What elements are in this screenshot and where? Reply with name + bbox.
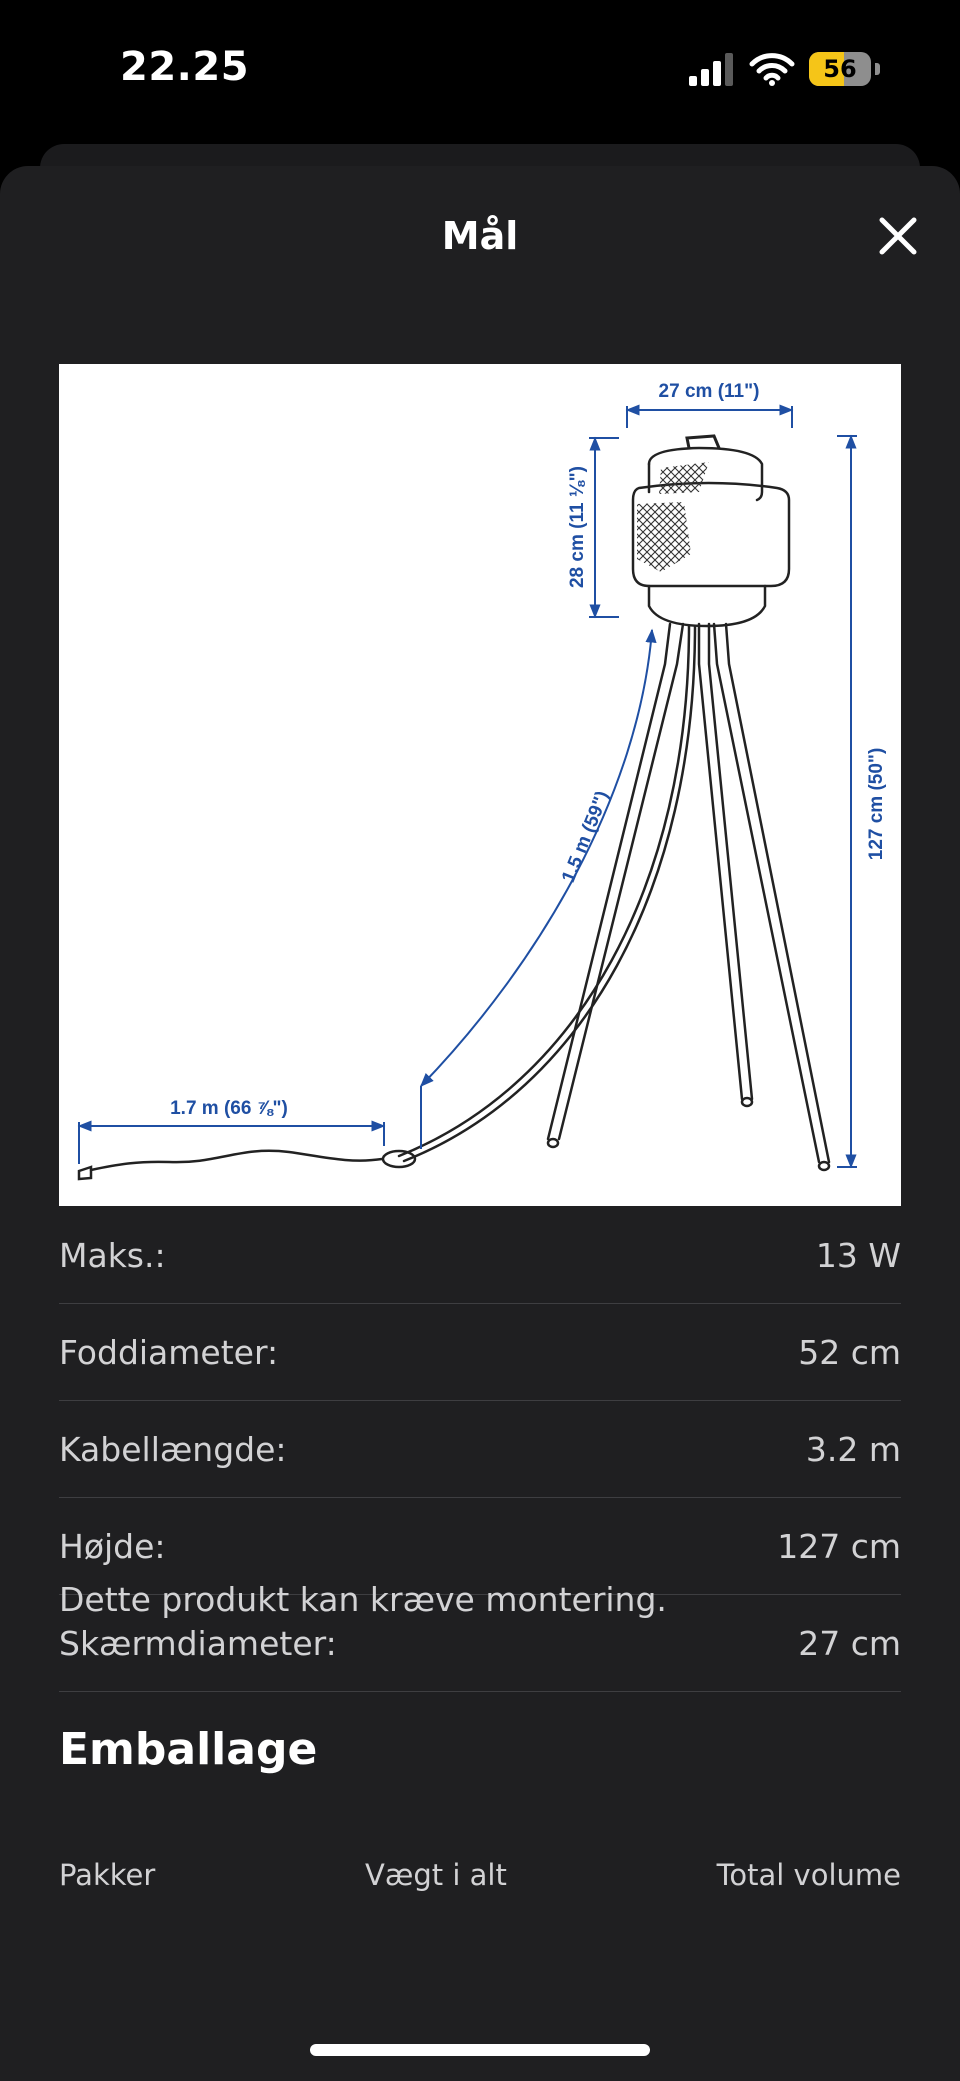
lamp-diagram: 27 cm (11") 28 cm (11 ⅛") 127 cm (50") 1… — [77, 381, 887, 1181]
spec-row: Maks.: 13 W — [59, 1207, 901, 1304]
lamp-drawing — [77, 434, 831, 1181]
lower-cable-label: 1.7 m (66 ⅞") — [170, 1098, 288, 1119]
spec-value: 127 cm — [777, 1526, 901, 1566]
spec-label: Kabellængde: — [59, 1429, 287, 1469]
spec-label: Maks.: — [59, 1235, 166, 1275]
shade-mesh-top — [659, 462, 709, 494]
home-indicator[interactable] — [310, 2044, 650, 2056]
spec-row: Foddiameter: 52 cm — [59, 1304, 901, 1401]
sheet-title: Mål — [441, 214, 519, 258]
spec-list: Maks.: 13 W Foddiameter: 52 cm Kabellæng… — [59, 1207, 901, 1692]
battery-level: 56 — [823, 55, 857, 83]
total-height-label: 127 cm (50") — [866, 748, 887, 861]
spec-value: 27 cm — [798, 1623, 901, 1663]
packaging-table-header: Pakker Vægt i alt Total volume — [59, 1858, 901, 1892]
spec-row: Kabellængde: 3.2 m — [59, 1401, 901, 1498]
packaging-title: Emballage — [59, 1724, 318, 1775]
packaging-column-header: Vægt i alt — [365, 1858, 507, 1892]
dimension-lines — [77, 404, 857, 1169]
packaging-column-header: Pakker — [59, 1858, 156, 1892]
shade-width-label: 27 cm (11") — [659, 381, 760, 402]
status-bar: 22.25 56 — [0, 0, 960, 140]
shade-height-label: 28 cm (11 ⅛") — [567, 466, 588, 588]
spec-value: 13 W — [815, 1235, 901, 1275]
assembly-note: Dette produkt kan kræve montering. — [59, 1580, 667, 1619]
status-icons: 56 — [687, 52, 880, 86]
status-time: 22.25 — [120, 44, 250, 90]
close-icon[interactable] — [872, 210, 924, 262]
battery-nub — [875, 63, 880, 75]
battery-icon: 56 — [809, 52, 871, 86]
spec-label: Højde: — [59, 1526, 166, 1566]
shade-mesh-side — [637, 502, 691, 572]
wifi-icon — [749, 53, 795, 86]
upper-cable-label: 1.5 m (59") — [558, 788, 614, 885]
spec-value: 52 cm — [798, 1332, 901, 1372]
packaging-column-header: Total volume — [716, 1858, 901, 1892]
cellular-signal-icon — [689, 53, 733, 86]
spec-label: Skærmdiameter: — [59, 1623, 337, 1663]
spec-label: Foddiameter: — [59, 1332, 279, 1372]
spec-value: 3.2 m — [805, 1429, 901, 1469]
product-dimension-image: 27 cm (11") 28 cm (11 ⅛") 127 cm (50") 1… — [59, 364, 901, 1206]
dimensions-sheet: Mål 27 cm (11") 28 cm (11 ⅛") 127 cm (50… — [0, 166, 960, 2081]
